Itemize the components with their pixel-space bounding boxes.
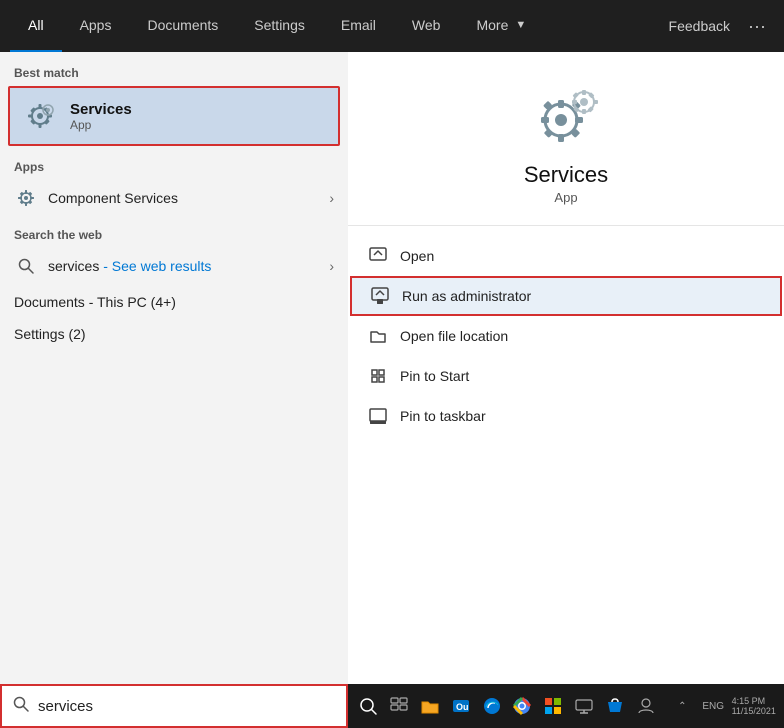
tab-settings[interactable]: Settings	[236, 0, 323, 52]
taskbar-search-button[interactable]	[356, 688, 381, 724]
documents-item[interactable]: Documents - This PC (4+)	[0, 286, 348, 318]
web-search-sub: - See web results	[103, 258, 211, 274]
taskbar-photos-button[interactable]	[541, 688, 566, 724]
tab-web[interactable]: Web	[394, 0, 459, 52]
taskbar-language-button[interactable]: ENG	[701, 688, 726, 724]
taskbar-outlook-button[interactable]: Ou	[448, 688, 473, 724]
tab-all[interactable]: All	[10, 0, 62, 52]
pin-taskbar-icon	[368, 406, 388, 426]
open-file-icon	[368, 326, 388, 346]
apps-label: Apps	[0, 150, 348, 178]
taskbar-tray-button[interactable]: ⌃	[670, 688, 695, 724]
settings-item[interactable]: Settings (2)	[0, 318, 348, 350]
run-as-admin-button[interactable]: Run as administrator	[350, 276, 782, 316]
run-as-admin-icon	[370, 286, 390, 306]
run-as-admin-label: Run as administrator	[402, 288, 531, 304]
taskbar-people-button[interactable]	[633, 688, 658, 724]
best-match-text: Services App	[70, 101, 132, 132]
open-label: Open	[400, 248, 434, 264]
open-file-location-label: Open file location	[400, 328, 508, 344]
component-services-item[interactable]: Component Services ›	[0, 178, 348, 218]
feedback-button[interactable]: Feedback	[659, 18, 740, 34]
search-icon	[14, 254, 38, 278]
best-match-sub: App	[70, 118, 132, 132]
taskbar-store-button[interactable]	[602, 688, 627, 724]
pin-to-taskbar-label: Pin to taskbar	[400, 408, 486, 424]
pin-start-icon	[368, 366, 388, 386]
taskbar: Ou	[348, 684, 784, 728]
pin-to-taskbar-button[interactable]: Pin to taskbar	[348, 396, 784, 436]
open-file-location-button[interactable]: Open file location	[348, 316, 784, 356]
tab-more[interactable]: More ▼	[458, 0, 544, 52]
web-search-item[interactable]: services - See web results ›	[0, 246, 348, 286]
more-options-button[interactable]: ···	[740, 16, 774, 37]
search-web-label: Search the web	[0, 218, 348, 246]
right-panel: Services App Open	[348, 52, 784, 728]
taskbar-chrome-button[interactable]	[510, 688, 535, 724]
pin-to-start-label: Pin to Start	[400, 368, 469, 384]
top-nav: All Apps Documents Settings Email Web Mo…	[0, 0, 784, 52]
arrow-right-icon: ›	[329, 190, 334, 206]
tab-apps[interactable]: Apps	[62, 0, 130, 52]
main-area: Best match	[0, 52, 784, 728]
pin-to-start-button[interactable]: Pin to Start	[348, 356, 784, 396]
svg-text:Ou: Ou	[456, 702, 469, 712]
best-match-services[interactable]: Services App	[8, 86, 340, 146]
best-match-label: Best match	[0, 52, 348, 86]
app-preview-icon	[526, 82, 606, 152]
best-match-name: Services	[70, 101, 132, 118]
search-bar-icon	[12, 695, 30, 718]
app-preview: Services App	[348, 52, 784, 226]
taskbar-taskview-button[interactable]	[387, 688, 412, 724]
taskbar-explorer-button[interactable]	[418, 688, 443, 724]
taskbar-remote-button[interactable]	[572, 688, 597, 724]
web-search-text: services - See web results	[48, 258, 319, 274]
search-bar	[0, 684, 348, 728]
taskbar-edge-button[interactable]	[479, 688, 504, 724]
app-preview-sub: App	[554, 190, 577, 205]
arrow-right-icon-web: ›	[329, 258, 334, 274]
services-icon	[22, 98, 58, 134]
tab-documents[interactable]: Documents	[129, 0, 236, 52]
chevron-down-icon: ▼	[515, 19, 526, 31]
open-button[interactable]: Open	[348, 236, 784, 276]
taskbar-clock-button[interactable]: 4:15 PM11/15/2021	[732, 688, 776, 724]
app-preview-name: Services	[524, 162, 608, 188]
left-panel: Best match	[0, 52, 348, 728]
tab-email[interactable]: Email	[323, 0, 394, 52]
component-services-icon	[14, 186, 38, 210]
open-icon	[368, 246, 388, 266]
component-services-label: Component Services	[48, 190, 319, 206]
context-menu: Open Run as administrator	[348, 226, 784, 446]
search-input[interactable]	[38, 698, 336, 715]
